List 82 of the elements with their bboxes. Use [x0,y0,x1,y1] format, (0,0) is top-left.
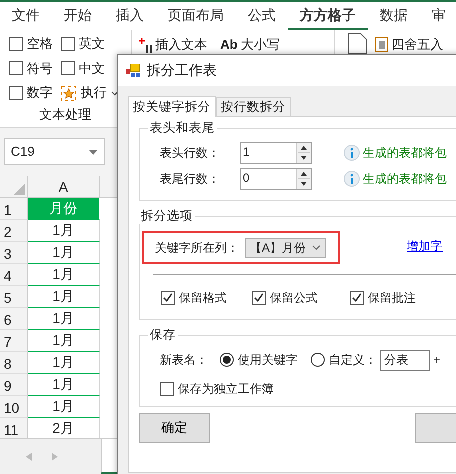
table-cell: 1月 [28,264,100,286]
execute-button[interactable]: 执行 [81,83,107,102]
add-key-link[interactable]: 增加字 [407,239,444,256]
checkbox[interactable] [61,36,75,51]
radio-button[interactable] [311,353,325,368]
name-box[interactable]: C19 [4,138,105,165]
info-icon [344,171,360,187]
number-spinner[interactable]: 1 [240,142,312,164]
table-cell: 1月 [28,396,100,418]
ribbon-tab[interactable]: 数据 [368,2,420,30]
row-header[interactable]: 7 [0,330,28,352]
table-cell: 1月 [28,374,100,396]
row-header[interactable]: 4 [0,264,28,286]
radio-button[interactable] [220,353,234,368]
table-cell: 1月 [28,242,100,264]
option-label: 保留批注 [368,290,416,308]
hint-text: 生成的表都将包 [363,171,447,188]
round-button[interactable]: 四舍五入 [392,34,444,54]
option-label: 保存为独立工作簿 [178,380,274,398]
checkbox[interactable] [61,61,75,76]
suffix-text: + [434,352,441,370]
table-cell: 1月 [28,330,100,352]
ribbon-tab[interactable]: 开始 [52,2,104,30]
option-label: 保留格式 [179,290,227,308]
field-label: 关键字所在列： [155,240,239,257]
field-label: 新表名： [160,352,208,370]
table-cell: 1月 [28,286,100,308]
row-header[interactable]: 3 [0,242,28,264]
ribbon-tab[interactable]: 插入 [104,2,156,30]
column-header[interactable]: A [28,176,100,197]
table-cell: 1月 [28,352,100,374]
field-label: 表尾行数： [160,171,220,188]
checkbox[interactable] [350,291,364,306]
row-header[interactable]: 9 [0,374,28,396]
group-title: 保存 [149,328,177,344]
row-header[interactable]: 2 [0,220,28,242]
hint-text: 生成的表都将包 [363,145,447,162]
option-label: 自定义： [329,352,377,370]
row-header[interactable]: 11 [0,418,28,440]
checkbox[interactable] [9,61,23,76]
ok-button[interactable]: 确定 [139,412,210,443]
option-label: 使用关键字 [238,352,298,370]
option-label: 数字 [27,84,53,102]
option-label: 空格 [27,35,53,53]
ribbon-tab[interactable]: 文件 [0,2,52,30]
group-label: 文本处理 [38,106,92,124]
row-header[interactable]: 5 [0,286,28,308]
checkbox[interactable] [160,382,174,396]
checkbox[interactable] [9,86,23,100]
tab[interactable]: 按关键字拆分 [128,96,216,117]
row-header[interactable]: 10 [0,396,28,418]
option-label: 英文 [79,35,105,53]
header-cell: 月份 [28,198,100,220]
column-dropdown[interactable]: 【A】月份 [245,238,326,258]
window-title: 拆分工作表 [147,61,217,80]
checkbox[interactable] [252,291,266,306]
insert-text-button[interactable]: 插入文本 [156,34,208,54]
group-title: 拆分选项 [140,209,194,224]
caret-icon[interactable] [312,244,322,251]
option-label: 符号 [27,60,53,78]
field-label: 表头行数： [160,145,220,162]
option-label: 中文 [79,60,105,78]
name-input[interactable]: 分表 [380,350,430,371]
option-label: 保留公式 [270,290,318,308]
ribbon-tab[interactable]: 公式 [236,2,288,30]
table-cell: 1月 [28,308,100,330]
checkbox[interactable] [161,291,175,306]
number-spinner[interactable]: 0 [240,168,312,190]
ribbon-tab[interactable]: 方方格子 [288,2,368,30]
case-button[interactable]: 大小写 [240,34,280,54]
tab[interactable]: 按行数拆分 [216,97,291,116]
row-header[interactable]: 1 [0,198,28,220]
row-header[interactable]: 8 [0,352,28,374]
table-cell: 1月 [28,220,100,242]
checkbox[interactable] [9,36,23,51]
group-title: 表头和表尾 [149,121,216,136]
info-icon [344,145,360,161]
ribbon-tab[interactable]: 页面布局 [156,2,236,30]
row-header[interactable]: 6 [0,308,28,330]
round-icon[interactable] [374,34,388,54]
ribbon-tab[interactable]: 审 [420,2,456,30]
case-icon[interactable]: Ab [220,34,238,54]
